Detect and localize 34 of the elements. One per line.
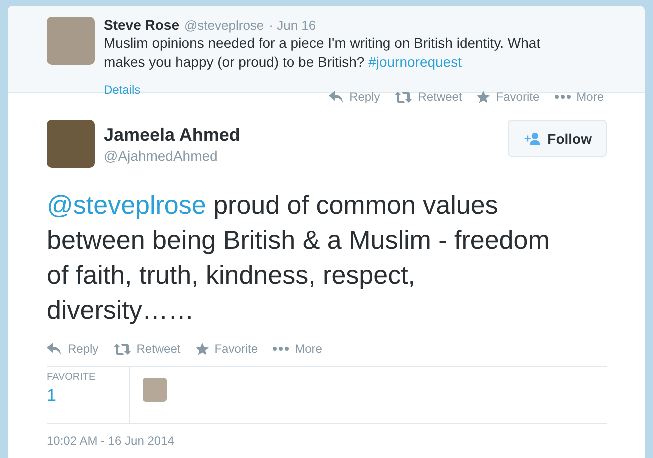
add-user-icon [523, 132, 542, 146]
reply-button[interactable]: Reply [328, 90, 380, 104]
more-icon [273, 347, 290, 351]
tweet-date[interactable]: · Jun 16 [269, 18, 316, 33]
tweet-text: Muslim opinions needed for a piece I'm writing on British identity. What makes you happy (or proud) to be British? #journorequest [104, 34, 542, 72]
reply-button[interactable]: Reply [47, 342, 99, 356]
retweet-icon [395, 92, 412, 102]
follow-button[interactable]: Follow [508, 120, 607, 157]
more-button[interactable]: More [273, 342, 322, 356]
retweet-icon [114, 344, 131, 354]
avatar-photo-placeholder[interactable] [47, 120, 95, 168]
avatar-photo-placeholder[interactable] [143, 378, 167, 402]
stat-label: FAVORITE [47, 372, 96, 383]
favorite-button[interactable]: Favorite [477, 90, 540, 104]
star-icon [196, 342, 209, 356]
user-name[interactable]: Jameela Ahmed [104, 125, 499, 146]
more-icon [554, 95, 571, 99]
mention-link[interactable]: @steveplrose [47, 190, 206, 220]
avatar-photo-placeholder[interactable] [47, 17, 95, 65]
reply-icon [328, 91, 344, 103]
user-handle: @AjahmedAhmed [104, 148, 219, 164]
favorite-button[interactable]: Favorite [196, 342, 258, 356]
user-handle: @steveplrose [184, 18, 264, 33]
retweet-button[interactable]: Retweet [114, 342, 181, 356]
more-button[interactable]: More [554, 90, 604, 104]
user-name[interactable]: Steve Rose [104, 17, 180, 33]
star-icon [477, 90, 490, 104]
retweet-button[interactable]: Retweet [395, 90, 462, 104]
hashtag-link[interactable]: #journorequest [368, 54, 462, 70]
tweet-text: @steveplrose proud of common values between being British & a Muslim - freedom of faith, truth, kindness, respect, diversity…… [47, 189, 551, 327]
reply-icon [47, 343, 62, 355]
favorite-count[interactable]: 1 [47, 386, 56, 406]
details-link[interactable]: Details [104, 83, 141, 97]
timestamp: 10:02 AM - 16 Jun 2014 [47, 434, 176, 448]
